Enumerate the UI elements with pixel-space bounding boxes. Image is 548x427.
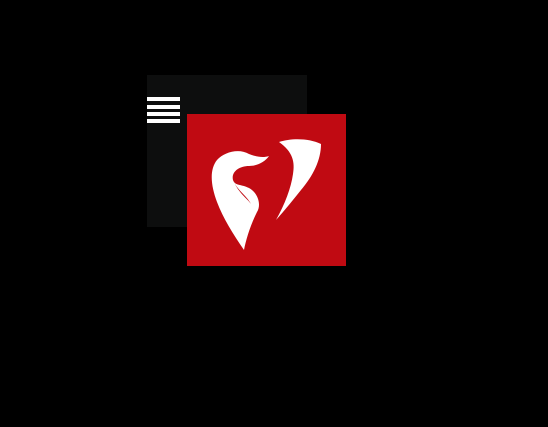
menu-bar [147,119,180,123]
app-canvas [0,0,548,427]
menu-bar [147,105,180,109]
hamburger-menu-icon[interactable] [147,96,180,124]
tooth-right-shape [276,139,321,220]
tooth-logo-icon [211,139,321,250]
menu-bar [147,97,180,101]
logo-tile[interactable] [187,114,346,266]
tooth-left-shape [211,151,269,250]
menu-bar [147,112,180,116]
